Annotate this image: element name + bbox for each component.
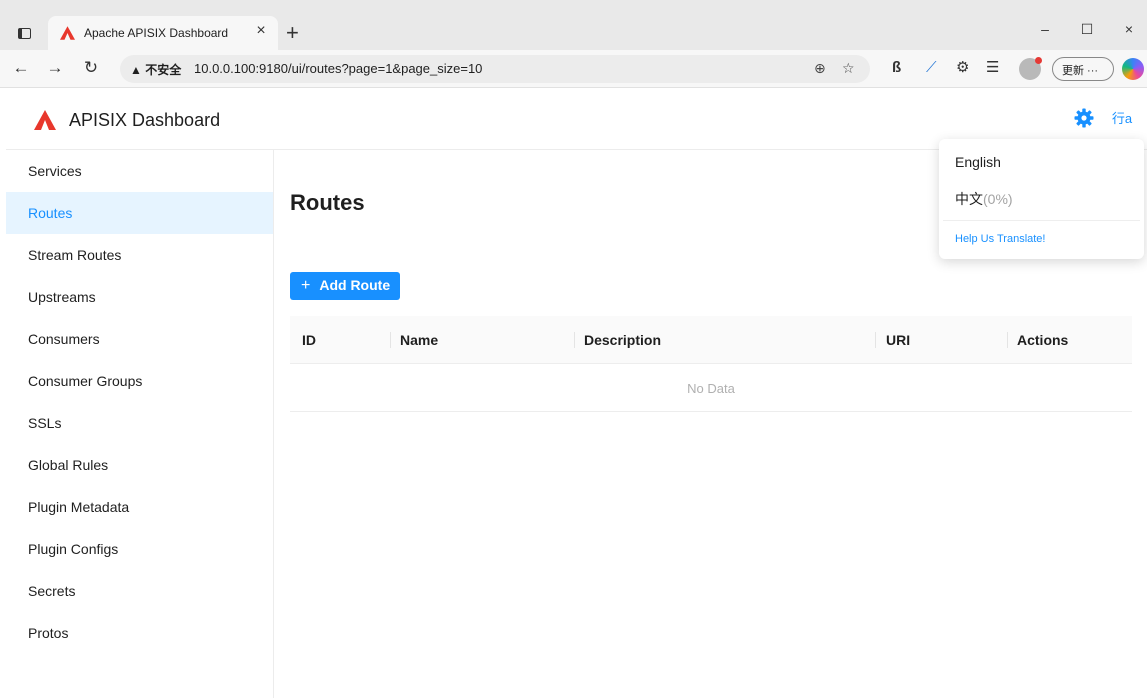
add-route-button[interactable]: + Add Route [290,272,400,300]
maximize-button[interactable]: ☐ [1072,22,1102,36]
sidebar-toggle-icon[interactable] [18,28,31,39]
routes-table: ID Name Description URI Actions No Data [290,316,1132,412]
sidebar-item-global-rules[interactable]: Global Rules [6,444,273,486]
apisix-brand-icon [34,110,56,130]
column-divider [574,332,575,348]
zoom-icon[interactable]: ⊕ [814,60,826,77]
extensions-puzzle-icon[interactable]: ⚙ [956,60,969,75]
copilot-icon[interactable] [1122,58,1144,80]
apisix-logo-icon [60,26,75,40]
sidebar-item-plugin-metadata[interactable]: Plugin Metadata [6,486,273,528]
language-switch-icon[interactable]: 行a [1110,109,1134,129]
column-divider [390,332,391,348]
column-header-id[interactable]: ID [302,332,316,348]
column-divider [875,332,876,348]
back-icon[interactable]: ← [10,59,32,76]
favorites-list-icon[interactable]: ☰ [986,60,999,75]
extension-broom-icon[interactable]: ⟋ [926,60,937,75]
tab-close-icon[interactable]: × [252,22,270,40]
browser-tab[interactable]: Apache APISIX Dashboard × [48,16,278,50]
column-header-actions[interactable]: Actions [1017,332,1068,348]
table-empty-state: No Data [290,364,1132,412]
browser-tab-strip: Apache APISIX Dashboard × + – ☐ × [0,0,1147,50]
column-divider [1007,332,1008,348]
favorite-star-icon[interactable]: ☆ [842,60,855,77]
url-text[interactable]: 10.0.0.100:9180/ui/routes?page=1&page_si… [194,61,482,76]
profile-avatar[interactable] [1019,57,1042,80]
app-title: APISIX Dashboard [69,110,221,130]
help-translate-link[interactable]: Help Us Translate! [955,233,1045,245]
close-window-button[interactable]: × [1114,22,1144,36]
refresh-icon[interactable]: ↻ [80,59,102,76]
language-option-english[interactable]: English [955,154,1001,170]
sidebar-item-services[interactable]: Services [6,150,273,192]
language-dropdown: English 中文(0%) Help Us Translate! [939,139,1144,259]
dropdown-divider [943,220,1140,221]
language-option-label: 中文 [955,191,983,207]
sidebar-item-consumer-groups[interactable]: Consumer Groups [6,360,273,402]
language-option-chinese[interactable]: 中文(0%) [955,189,1013,209]
sidebar-item-routes[interactable]: Routes [6,192,273,234]
sidebar-item-stream-routes[interactable]: Stream Routes [6,234,273,276]
extension-icon[interactable]: ß [892,60,901,75]
sidebar-item-plugin-configs[interactable]: Plugin Configs [6,528,273,570]
sidebar-item-upstreams[interactable]: Upstreams [6,276,273,318]
sidebar-item-protos[interactable]: Protos [6,612,273,654]
forward-icon[interactable]: → [44,59,66,76]
address-bar[interactable]: ▲ 不安全 10.0.0.100:9180/ui/routes?page=1&p… [120,55,870,83]
column-header-uri[interactable]: URI [886,332,910,348]
column-header-description[interactable]: Description [584,332,661,348]
table-header: ID Name Description URI Actions [290,316,1132,364]
sidebar-item-secrets[interactable]: Secrets [6,570,273,612]
minimize-button[interactable]: – [1030,22,1060,36]
sidebar-item-ssls[interactable]: SSLs [6,402,273,444]
plus-icon: + [301,277,311,294]
translation-progress: (0%) [983,191,1013,207]
sidebar-item-consumers[interactable]: Consumers [6,318,273,360]
page-title: Routes [290,190,365,215]
settings-gear-icon[interactable] [1074,108,1094,128]
browser-toolbar: ← → ↻ ▲ 不安全 10.0.0.100:9180/ui/routes?pa… [0,50,1147,88]
update-button[interactable]: 更新 ··· [1052,57,1114,81]
security-warning-badge[interactable]: ▲ 不安全 [130,61,181,78]
new-tab-button[interactable]: + [286,22,299,44]
add-route-label: Add Route [319,277,391,293]
column-header-name[interactable]: Name [400,332,438,348]
sidebar: Services Routes Stream Routes Upstreams … [6,150,274,698]
tab-title: Apache APISIX Dashboard [84,26,229,40]
language-option-label: English [955,154,1001,170]
